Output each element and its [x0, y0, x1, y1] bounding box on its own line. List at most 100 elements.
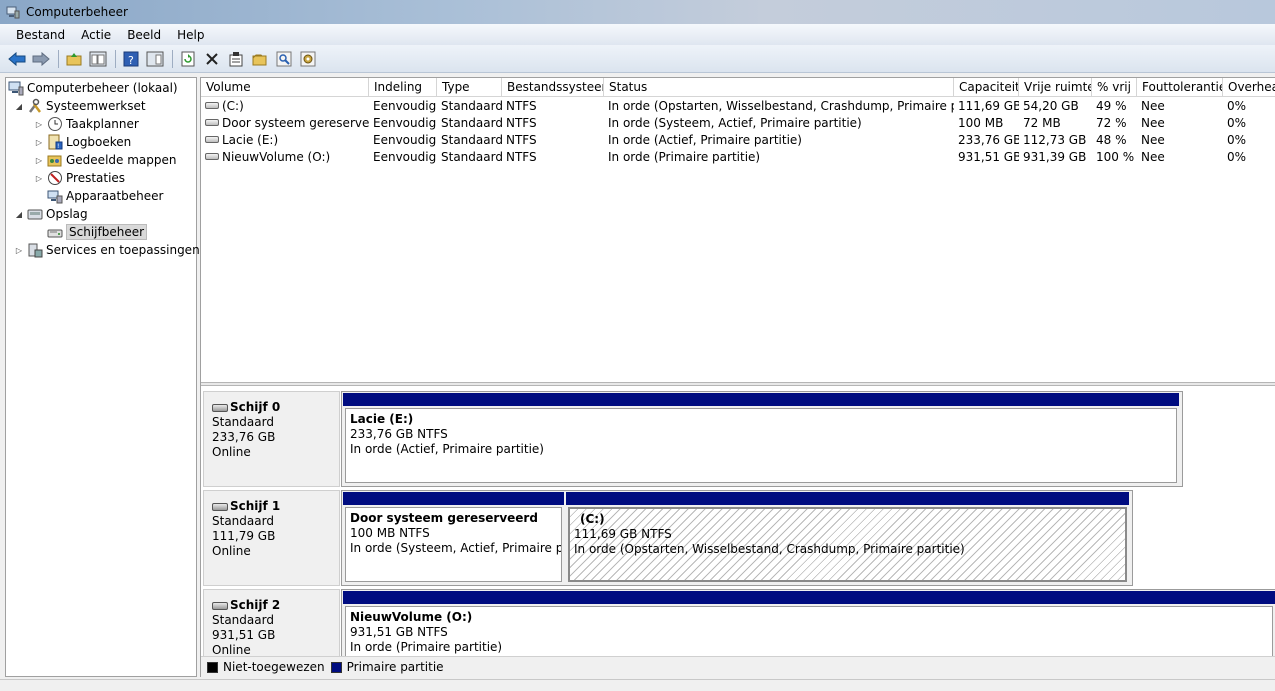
cell-text: Standaard [441, 133, 502, 147]
tree-item-storage[interactable]: ◢ Opslag [14, 205, 88, 223]
tree-item-systemtools[interactable]: ◢ Systeemwerkset [14, 97, 146, 115]
svg-text:!: ! [57, 143, 59, 150]
volume-icon [205, 102, 219, 109]
forward-icon[interactable] [30, 48, 52, 70]
settings-icon[interactable] [297, 48, 319, 70]
tree-item-sharedfolders[interactable]: ▷ Gedeelde mappen [34, 151, 177, 169]
cell-type: Standaard [437, 149, 502, 166]
column-header-overhead[interactable]: Overhead [1223, 78, 1275, 97]
collapse-arrow-icon[interactable]: ◢ [14, 102, 24, 111]
tree-item-services[interactable]: ▷ Services en toepassingen [14, 241, 200, 259]
cell-vrije-ruimte: 931,39 GB [1019, 149, 1092, 166]
tree-item-eventviewer[interactable]: ▷ ! Logboeken [34, 133, 131, 151]
column-header-capaciteit[interactable]: Capaciteit [954, 78, 1019, 97]
volume-list-header: Volume Indeling Type Bestandssysteem Sta… [201, 78, 1275, 97]
cell-text: Nee [1141, 150, 1165, 164]
partition-lacie[interactable]: Lacie (E:) 233,76 GB NTFS In orde (Actie… [343, 393, 1179, 485]
disk-label-0[interactable]: Schijf 0 Standaard 233,76 GB Online [203, 391, 340, 487]
back-icon[interactable] [6, 48, 28, 70]
cell-text: Door systeem gereserveerd [222, 116, 369, 130]
cell-text: 931,39 GB [1023, 150, 1087, 164]
toolbar-separator [115, 49, 116, 68]
cell-text: 100 % [1096, 150, 1135, 164]
help-icon[interactable]: ? [120, 48, 142, 70]
window-title: Computerbeheer [26, 5, 128, 19]
disk-map-2: NieuwVolume (O:) 931,51 GB NTFS In orde … [341, 589, 1275, 656]
cell-vrije-ruimte: 54,20 GB [1019, 98, 1092, 115]
navigation-tree: Computerbeheer (lokaal) ◢ Systeemwerkset… [5, 77, 200, 677]
disk-map-1: Door systeem gereserveerd 100 MB NTFS In… [341, 490, 1133, 586]
properties-icon[interactable] [225, 48, 247, 70]
cell-percent-vrij: 72 % [1092, 115, 1137, 132]
partition-c[interactable]: (C:) 111,69 GB NTFS In orde (Opstarten, … [566, 492, 1129, 584]
column-header-type[interactable]: Type [437, 78, 502, 97]
column-header-fouttolerantie[interactable]: Fouttolerantie [1137, 78, 1223, 97]
cell-volume: Door systeem gereserveerd [201, 115, 369, 132]
cell-status: In orde (Systeem, Actief, Primaire parti… [604, 115, 954, 132]
cell-text: (C:) [222, 99, 244, 113]
volume-row[interactable]: Lacie (E:) Eenvoudig Standaard NTFS In orde … [201, 132, 1275, 149]
expand-arrow-icon[interactable]: ▷ [34, 174, 44, 183]
menu-help[interactable]: Help [169, 28, 212, 42]
cell-type: Standaard [437, 98, 502, 115]
partition-system-reserved[interactable]: Door systeem gereserveerd 100 MB NTFS In… [343, 492, 564, 584]
partition-nieuwvolume[interactable]: NieuwVolume (O:) 931,51 GB NTFS In orde … [343, 591, 1275, 656]
cell-text: 100 MB [958, 116, 1004, 130]
disk-map-area: Schijf 0 Standaard 233,76 GB Online Laci… [201, 386, 1275, 656]
primary-partition-bar [343, 393, 1179, 406]
legend-swatch [330, 661, 342, 673]
cell-text: 72 MB [1023, 116, 1061, 130]
column-header-volume[interactable]: Volume [201, 78, 369, 97]
cell-indeling: Eenvoudig [369, 115, 437, 132]
cell-text: Nee [1141, 99, 1165, 113]
delete-icon[interactable] [201, 48, 223, 70]
disk-icon [212, 601, 228, 610]
tree-item-root[interactable]: Computerbeheer (lokaal) [8, 79, 178, 97]
column-header-vrije-ruimte[interactable]: Vrije ruimte [1019, 78, 1092, 97]
toolbar: ? [0, 45, 1275, 73]
cell-text: NTFS [506, 150, 537, 164]
disk-icon [212, 403, 228, 412]
menu-bestand[interactable]: Bestand [8, 28, 73, 42]
search-icon[interactable] [273, 48, 295, 70]
cell-vrije-ruimte: 72 MB [1019, 115, 1092, 132]
disk-label-1[interactable]: Schijf 1 Standaard 111,79 GB Online [203, 490, 340, 586]
services-icon [27, 242, 43, 258]
open-folder-icon[interactable] [249, 48, 271, 70]
volume-row[interactable]: NieuwVolume (O:) Eenvoudig Standaard NTFS In… [201, 149, 1275, 166]
show-tree-icon[interactable] [87, 48, 109, 70]
column-header-percent-vrij[interactable]: % vrij [1092, 78, 1137, 97]
cell-text: 111,69 GB [958, 99, 1019, 113]
legend: Niet-toegewezen Primaire partitie [201, 656, 1275, 677]
computer-management-icon [6, 5, 20, 19]
expand-arrow-icon[interactable]: ▷ [34, 120, 44, 129]
column-header-bestandssysteem[interactable]: Bestandssysteem [502, 78, 604, 97]
cell-capaciteit: 233,76 GB [954, 132, 1019, 149]
tree-item-devicemanager[interactable]: Apparaatbeheer [47, 187, 163, 205]
expand-arrow-icon[interactable]: ▷ [34, 156, 44, 165]
column-header-indeling[interactable]: Indeling [369, 78, 437, 97]
collapse-arrow-icon[interactable]: ◢ [14, 210, 24, 219]
disk-label-2[interactable]: Schijf 2 Standaard 931,51 GB Online [203, 589, 340, 656]
cell-indeling: Eenvoudig [369, 98, 437, 115]
computer-icon [8, 80, 24, 96]
cell-fouttolerantie: Nee [1137, 115, 1223, 132]
menu-beeld[interactable]: Beeld [119, 28, 169, 42]
event-log-icon: ! [47, 134, 63, 150]
column-header-status[interactable]: Status [604, 78, 954, 97]
volume-row[interactable]: (C:) Eenvoudig Standaard NTFS In orde (Opsta… [201, 98, 1275, 115]
tree-item-performance[interactable]: ▷ Prestaties [34, 169, 125, 187]
expand-arrow-icon[interactable]: ▷ [14, 246, 24, 255]
refresh-icon[interactable] [177, 48, 199, 70]
menu-bar: Bestand Actie Beeld Help [0, 24, 1275, 45]
volume-row[interactable]: Door systeem gereserveerd Eenvoudig Standa… [201, 115, 1275, 132]
expand-arrow-icon[interactable]: ▷ [34, 138, 44, 147]
cell-fouttolerantie: Nee [1137, 98, 1223, 115]
tree-item-diskmgmt[interactable]: Schijfbeheer [47, 223, 148, 241]
up-folder-icon[interactable] [63, 48, 85, 70]
menu-actie[interactable]: Actie [73, 28, 119, 42]
tree-item-taskscheduler[interactable]: ▷ Taakplanner [34, 115, 139, 133]
cell-text: Eenvoudig [373, 150, 437, 164]
action-pane-icon[interactable] [144, 48, 166, 70]
cell-text: Eenvoudig [373, 133, 437, 147]
